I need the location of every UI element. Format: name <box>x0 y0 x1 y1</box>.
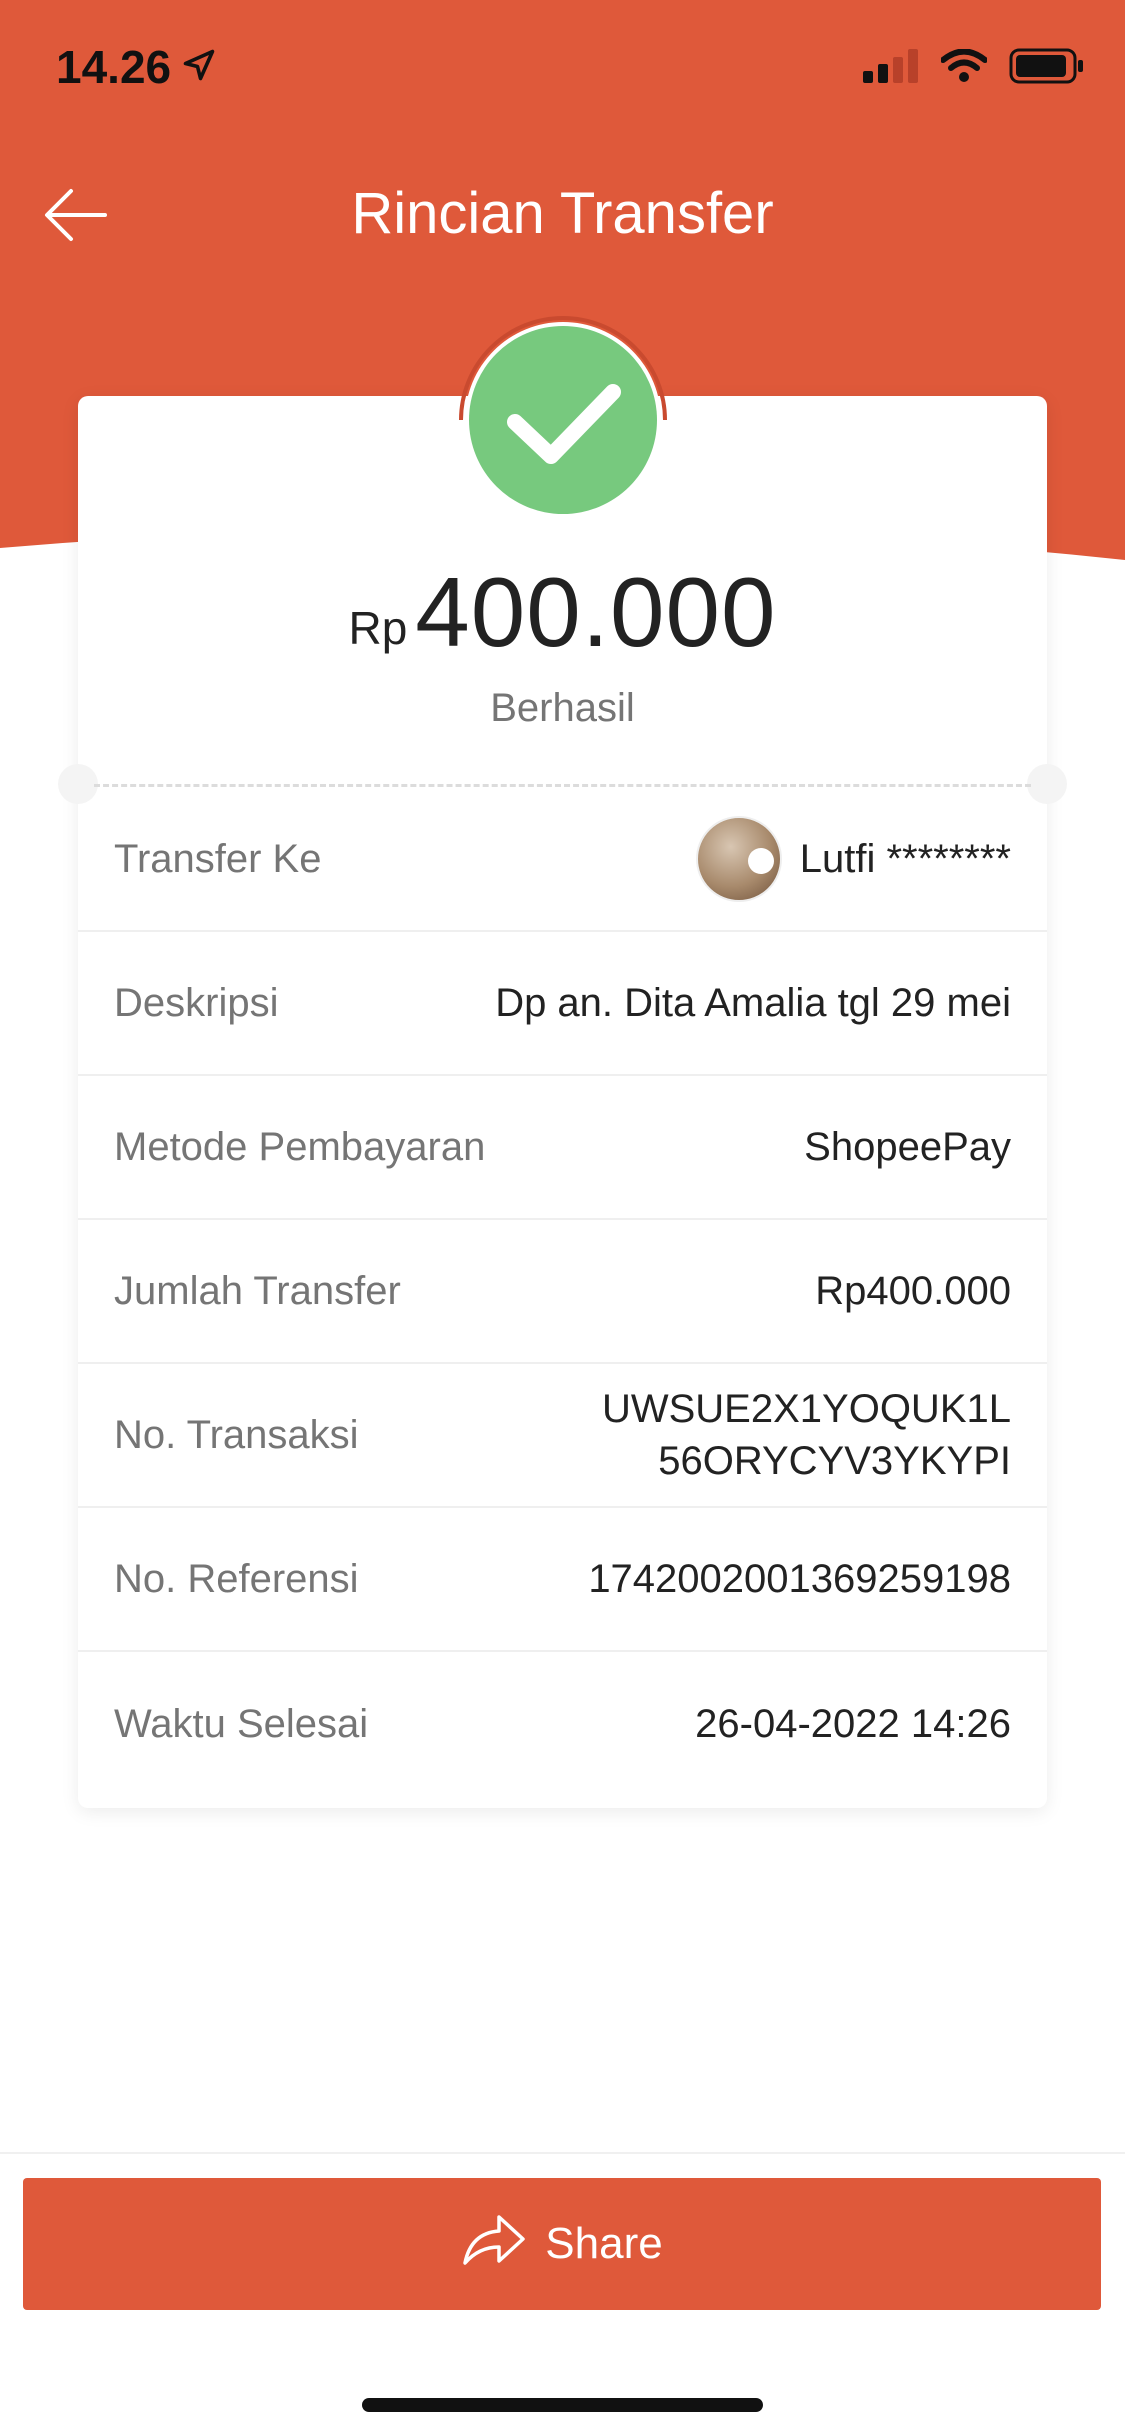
detail-value: 26-04-2022 14:26 <box>695 1702 1011 1746</box>
home-indicator <box>362 2398 763 2412</box>
detail-label: Deskripsi <box>114 980 279 1025</box>
detail-row-reference-no: No. Referensi 1742002001369259198 <box>78 1508 1047 1652</box>
amount-value: 400.000 <box>415 557 777 667</box>
detail-value: Rp400.000 <box>815 1269 1011 1313</box>
detail-label: No. Referensi <box>114 1556 359 1601</box>
status-bar: 14.26 <box>0 0 1125 140</box>
detail-label: Waktu Selesai <box>114 1701 369 1746</box>
detail-label: Transfer Ke <box>114 836 322 881</box>
wifi-icon <box>940 48 988 88</box>
location-arrow-icon <box>181 40 217 94</box>
amount-row: Rp 400.000 <box>78 556 1047 669</box>
detail-list: Transfer Ke Lutfi ******** Deskripsi Dp … <box>78 788 1047 1796</box>
status-time: 14.26 <box>56 41 172 93</box>
transfer-detail-card: Rp 400.000 Berhasil Transfer Ke Lutfi **… <box>58 396 1067 1808</box>
share-button[interactable]: Share <box>23 2178 1101 2310</box>
share-label: Share <box>545 2219 663 2268</box>
recipient-name: Lutfi ******** <box>799 837 1011 881</box>
page-title: Rincian Transfer <box>351 181 774 246</box>
detail-label: No. Transaksi <box>114 1412 359 1457</box>
detail-row-transfer-amount: Jumlah Transfer Rp400.000 <box>78 1220 1047 1364</box>
bottom-bar: Share <box>0 2152 1125 2436</box>
dashed-divider <box>94 784 1031 787</box>
detail-label: Metode Pembayaran <box>114 1124 486 1169</box>
detail-value: UWSUE2X1YOQUK1L56ORYCYV3YKYPI <box>601 1387 1011 1483</box>
detail-row-transaction-no: No. Transaksi UWSUE2X1YOQUK1L56ORYCYV3YK… <box>78 1364 1047 1508</box>
avatar <box>695 816 782 902</box>
share-arrow-icon <box>461 2211 527 2278</box>
nav-bar: Rincian Transfer <box>0 160 1125 270</box>
detail-row-completed-time: Waktu Selesai 26-04-2022 14:26 <box>78 1652 1047 1796</box>
detail-row-transfer-to: Transfer Ke Lutfi ******** <box>78 788 1047 932</box>
detail-row-description: Deskripsi Dp an. Dita Amalia tgl 29 mei <box>78 932 1047 1076</box>
detail-label: Jumlah Transfer <box>114 1268 401 1313</box>
detail-value: 1742002001369259198 <box>588 1557 1011 1601</box>
battery-icon <box>1009 48 1085 89</box>
detail-row-payment-method: Metode Pembayaran ShopeePay <box>78 1076 1047 1220</box>
success-badge <box>453 310 673 530</box>
amount-currency: Rp <box>348 602 408 654</box>
detail-value: ShopeePay <box>804 1125 1011 1169</box>
status-text: Berhasil <box>490 686 635 730</box>
detail-value: Dp an. Dita Amalia tgl 29 mei <box>495 981 1011 1025</box>
cellular-signal-icon <box>863 49 919 88</box>
